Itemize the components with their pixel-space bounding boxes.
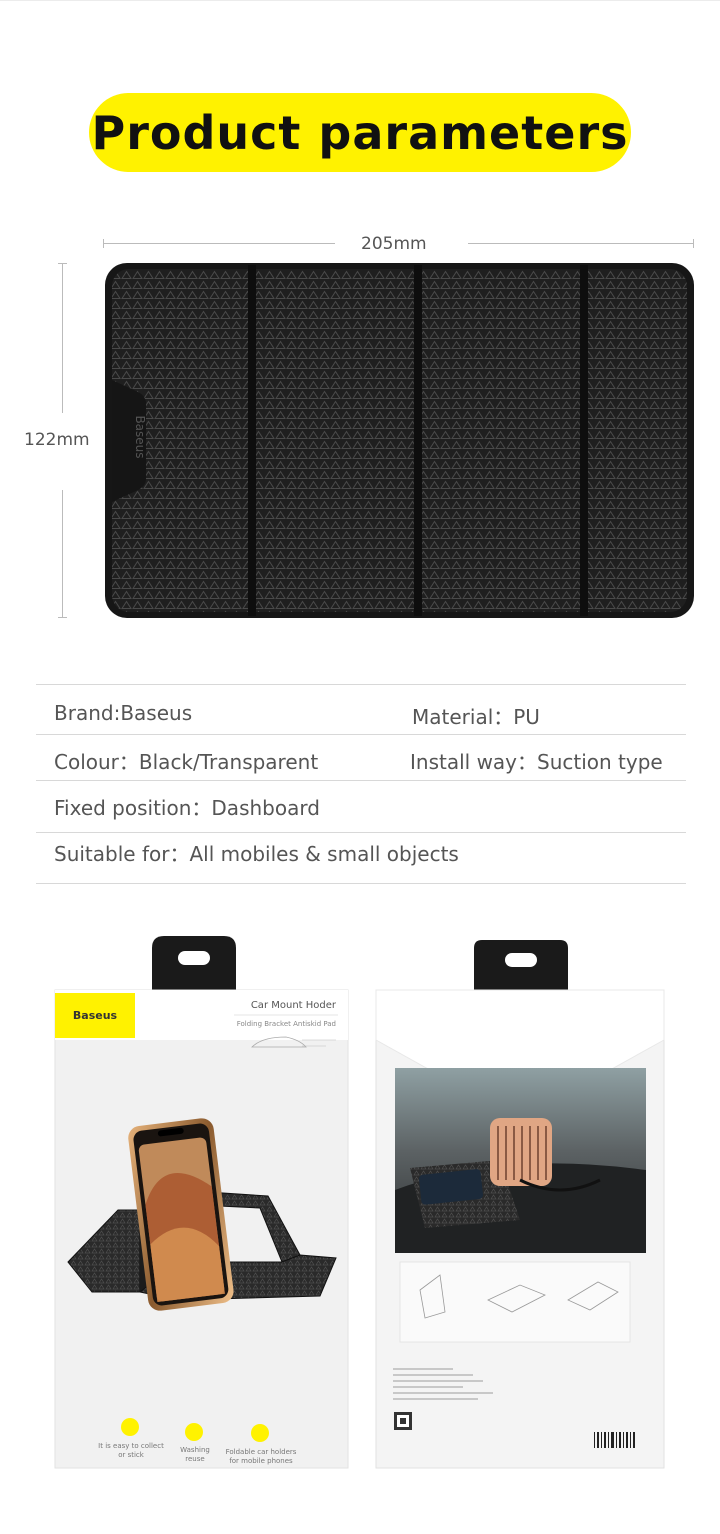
table-divider <box>36 734 686 735</box>
param-material: Material：PU <box>412 701 540 730</box>
package-brand-label: Baseus <box>73 1009 118 1022</box>
feature-1-line1: It is easy to collect <box>98 1442 164 1450</box>
table-divider <box>36 684 686 685</box>
table-divider <box>36 780 686 781</box>
param-label: Fixed position： <box>54 796 212 820</box>
feature-2-line2: reuse <box>185 1455 204 1463</box>
table-divider <box>36 832 686 833</box>
param-value: Dashboard <box>211 796 320 820</box>
param-brand: Brand:Baseus <box>54 701 192 725</box>
param-label: Colour： <box>54 750 139 774</box>
param-fixed-position: Fixed position：Dashboard <box>54 792 320 821</box>
param-label: Material： <box>412 705 514 729</box>
param-value: All mobiles & small objects <box>189 842 459 866</box>
param-label: Brand: <box>54 701 121 725</box>
param-install-way: Install way：Suction type <box>410 746 663 775</box>
param-label: Install way： <box>410 750 538 774</box>
param-value: Black/Transparent <box>138 750 319 774</box>
param-suitable-for: Suitable for：All mobiles & small objects <box>54 838 459 867</box>
feature-2-line1: Washing <box>180 1446 210 1454</box>
feature-3-line2: for mobile phones <box>229 1457 293 1465</box>
param-colour: Colour：Black/Transparent <box>54 746 318 775</box>
antiskid-pad-image <box>105 263 694 618</box>
param-value: Baseus <box>120 701 193 725</box>
feature-1-line2: or stick <box>118 1451 145 1459</box>
param-value: PU <box>513 705 540 729</box>
table-divider <box>36 883 686 884</box>
package-back-image <box>375 940 665 1469</box>
package-subtitle: Folding Bracket Antiskid Pad <box>237 1020 336 1028</box>
pad-logo: Baseus <box>133 415 147 458</box>
package-title: Car Mount Hoder <box>251 1000 337 1011</box>
param-label: Suitable for： <box>54 842 190 866</box>
param-value: Suction type <box>537 750 663 774</box>
feature-3-line1: Foldable car holders <box>226 1448 297 1456</box>
